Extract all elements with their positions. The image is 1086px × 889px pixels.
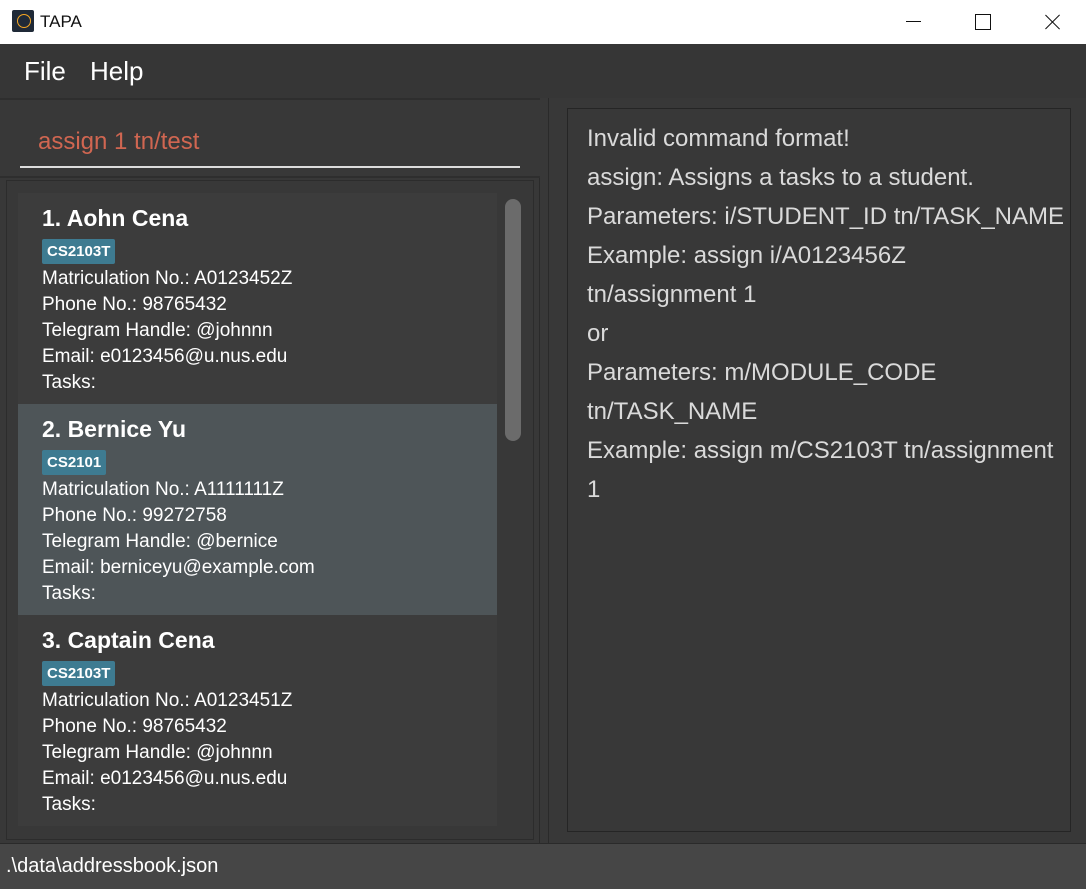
result-line: tn/assignment 1 [587,281,757,308]
menu-bar: File Help [0,44,1086,98]
menu-file[interactable]: File [24,56,66,87]
app-logo-icon [12,10,34,32]
menu-help[interactable]: Help [90,56,143,87]
result-line: Example: assign m/CS2103T tn/assignment [587,437,1054,464]
phone-number: Phone No.: 98765432 [42,716,227,737]
phone-number: Phone No.: 99272758 [42,505,227,526]
status-bar: .\data\addressbook.json [0,843,1086,889]
result-line: Example: assign i/A0123456Z [587,242,906,269]
telegram-handle: Telegram Handle: @johnnn [42,742,273,763]
result-display: Invalid command format! assign: Assigns … [567,108,1071,832]
list-scrollbar-thumb[interactable] [505,199,521,441]
close-icon[interactable] [1018,0,1086,44]
result-line: tn/TASK_NAME [587,398,758,425]
telegram-handle: Telegram Handle: @bernice [42,531,278,552]
module-tag: CS2103T [42,239,116,264]
email: Email: e0123456@u.nus.edu [42,768,288,789]
left-pane: 1. Aohn Cena CS2103T Matriculation No.: … [0,98,540,843]
tasks: Tasks: [42,794,96,815]
save-location: .\data\addressbook.json [6,855,219,877]
maximize-icon[interactable] [948,0,1018,44]
email: Email: berniceyu@example.com [42,557,315,578]
title-bar: TAPA [0,0,1086,44]
telegram-handle: Telegram Handle: @johnnn [42,320,273,341]
right-pane: Invalid command format! assign: Assigns … [548,98,1086,843]
student-name: 1. Aohn Cena [42,205,189,231]
result-line: Parameters: i/STUDENT_ID tn/TASK_NAME [587,203,1064,230]
email: Email: e0123456@u.nus.edu [42,346,288,367]
phone-number: Phone No.: 98765432 [42,294,227,315]
command-box [0,98,540,178]
matric-number: Matriculation No.: A0123451Z [42,690,293,711]
student-name: 3. Captain Cena [42,627,215,653]
matric-number: Matriculation No.: A1111111Z [42,479,284,500]
result-line: Invalid command format! [587,125,850,152]
result-line: assign: Assigns a tasks to a student. [587,164,974,191]
result-line: or [587,320,609,347]
tasks: Tasks: [42,583,96,604]
command-input[interactable] [20,118,520,168]
tasks: Tasks: [42,372,96,393]
module-tag: CS2103T [42,661,116,686]
student-card-3[interactable]: 3. Captain Cena CS2103T Matriculation No… [18,615,497,826]
student-name: 2. Bernice Yu [42,416,187,442]
matric-number: Matriculation No.: A0123452Z [42,268,293,289]
window-title: TAPA [40,12,82,31]
module-tag: CS2101 [42,450,107,475]
minimize-icon[interactable] [878,0,948,44]
result-line: Parameters: m/MODULE_CODE [587,359,937,386]
result-line: 1 [587,476,601,503]
student-list[interactable]: 1. Aohn Cena CS2103T Matriculation No.: … [6,180,534,840]
student-card-2[interactable]: 2. Bernice Yu CS2101 Matriculation No.: … [18,404,497,615]
student-card-1[interactable]: 1. Aohn Cena CS2103T Matriculation No.: … [18,193,497,404]
